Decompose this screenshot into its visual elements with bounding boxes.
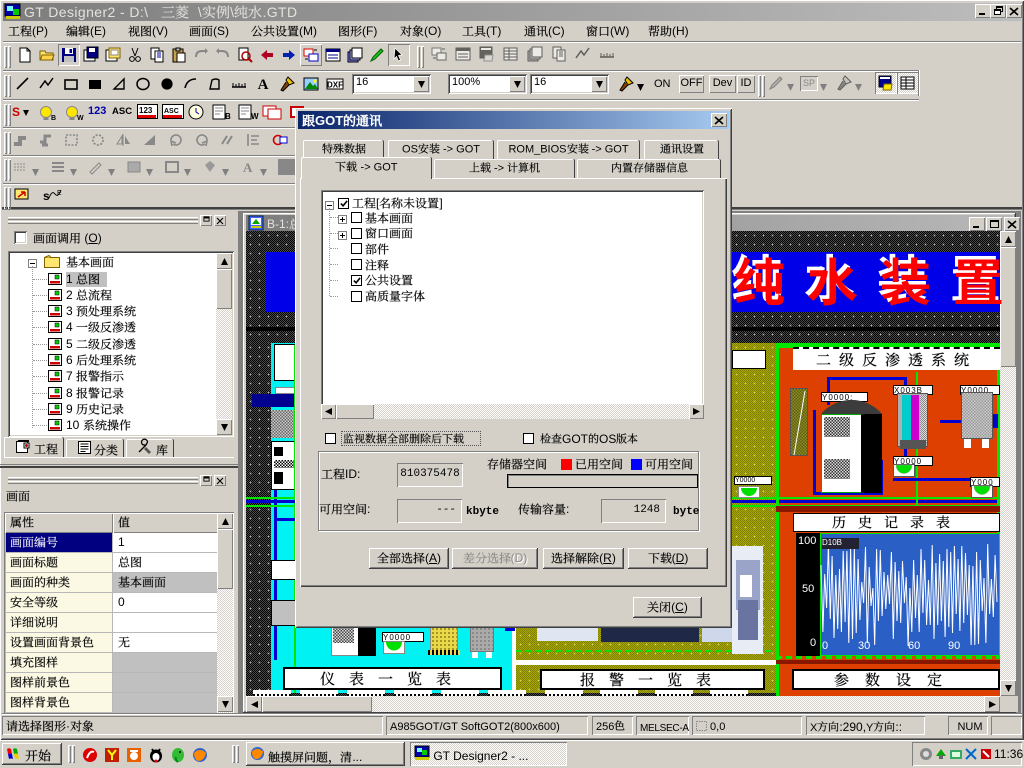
svg-text:A: A	[258, 77, 269, 93]
svg-text:B: B	[225, 112, 231, 121]
svg-text:E: E	[57, 190, 62, 197]
svg-text:ASC: ASC	[164, 108, 179, 115]
svg-text:s: s	[43, 189, 50, 203]
svg-text:W: W	[251, 112, 259, 121]
svg-text:B: B	[51, 115, 56, 122]
svg-text:123: 123	[139, 106, 153, 115]
svg-text:W: W	[77, 115, 84, 122]
svg-text:A: A	[243, 160, 253, 175]
svg-text:DXF: DXF	[327, 81, 343, 90]
